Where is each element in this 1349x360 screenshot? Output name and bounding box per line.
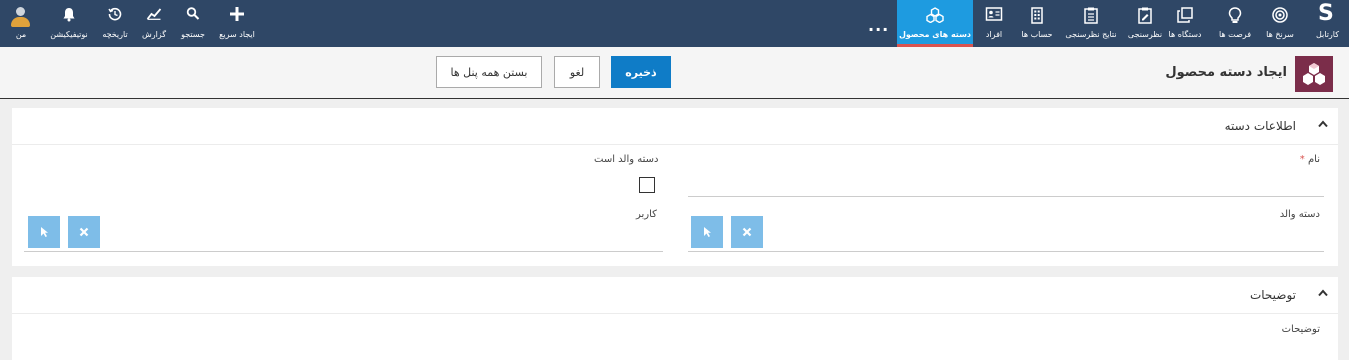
- nav-item-label: سرنخ ها: [1266, 30, 1294, 39]
- search-icon: [186, 7, 200, 20]
- required-marker: *: [1299, 154, 1305, 165]
- name-field[interactable]: [688, 196, 1324, 197]
- chart-icon: [146, 8, 162, 20]
- nav-item-accounts[interactable]: حساب ها: [1016, 0, 1058, 47]
- nav-item-cartable[interactable]: S کارتابل: [1306, 0, 1349, 47]
- history-icon: [108, 7, 122, 21]
- tool-label: تاریخچه: [102, 30, 128, 39]
- nav-item-label: افراد: [985, 30, 1003, 39]
- save-button[interactable]: ذخیره: [611, 56, 671, 88]
- tool-label: من: [15, 30, 27, 39]
- tool-label: جستجو: [181, 30, 205, 39]
- nav-item-label: دسته های محصول: [898, 30, 972, 39]
- select-user-button[interactable]: [28, 216, 60, 248]
- nav-item-label: نظرسنجی: [1127, 30, 1163, 39]
- nav-item-devices[interactable]: دستگاه ها: [1160, 0, 1210, 47]
- description-label: توضیحات: [1281, 324, 1320, 335]
- select-parent-button[interactable]: [691, 216, 723, 248]
- panel-header[interactable]: توضیحات: [12, 277, 1338, 314]
- is-parent-label: دسته والد است: [594, 154, 659, 165]
- clear-user-button[interactable]: [68, 216, 100, 248]
- contact-card-icon: [985, 7, 1003, 21]
- top-navigation-bar: S کارتابل سرنخ ها فرصت ها دستگاه ها نظرس…: [0, 0, 1349, 47]
- nav-item-opportunities[interactable]: فرصت ها: [1214, 0, 1256, 47]
- tool-quick-create[interactable]: ایجاد سریع: [216, 0, 258, 47]
- nav-item-label: حساب ها: [1021, 30, 1053, 39]
- edit-document-icon: [1138, 7, 1152, 24]
- clipboard-icon: [1084, 7, 1098, 24]
- chevron-up-icon[interactable]: [1318, 120, 1328, 128]
- lightbulb-icon: [1228, 7, 1242, 23]
- panel-title: توضیحات: [1249, 288, 1296, 302]
- nav-item-survey[interactable]: نظرسنجی: [1124, 0, 1166, 47]
- page-title: ایجاد دسته محصول: [1165, 65, 1287, 80]
- close-all-panels-button[interactable]: بستن همه پنل ها: [436, 56, 542, 88]
- name-field-label: نام *: [1299, 154, 1320, 165]
- tool-notifications[interactable]: نوتیفیکیشن: [46, 0, 92, 47]
- nav-item-survey-results[interactable]: نتایج نظرسنجی: [1062, 0, 1120, 47]
- close-icon: [79, 227, 89, 237]
- copy-icon: [1177, 7, 1193, 23]
- cubes-icon: [1303, 63, 1325, 85]
- cursor-icon: [41, 227, 48, 237]
- parent-category-label: دسته والد: [1279, 209, 1320, 220]
- tool-label: نوتیفیکیشن: [50, 30, 88, 39]
- nav-item-label: نتایج نظرسنجی: [1065, 30, 1117, 39]
- description-textarea[interactable]: [24, 343, 1326, 360]
- user-field[interactable]: [24, 251, 663, 252]
- target-icon: [1272, 7, 1288, 23]
- cubes-icon: [926, 7, 944, 23]
- chevron-up-icon[interactable]: [1318, 289, 1328, 297]
- plus-icon: [230, 7, 244, 21]
- parent-category-field[interactable]: [688, 251, 1324, 252]
- panel-header[interactable]: اطلاعات دسته: [12, 108, 1338, 145]
- close-icon: [742, 227, 752, 237]
- cursor-icon: [704, 227, 711, 237]
- is-parent-checkbox[interactable]: [639, 177, 655, 193]
- more-menu-button[interactable]: ...: [868, 16, 889, 35]
- building-icon: [1031, 7, 1043, 24]
- tool-label: ایجاد سریع: [219, 30, 255, 39]
- tool-history[interactable]: تاریخچه: [98, 0, 132, 47]
- nav-item-product-categories[interactable]: دسته های محصول: [897, 0, 973, 47]
- nav-item-label: فرصت ها: [1218, 30, 1252, 39]
- tool-label: گزارش: [141, 30, 167, 39]
- clear-parent-button[interactable]: [731, 216, 763, 248]
- tool-me[interactable]: من: [0, 0, 42, 47]
- form-header: ایجاد دسته محصول ذخیره لغو بستن همه پنل …: [0, 47, 1349, 99]
- nav-item-label: کارتابل: [1315, 30, 1340, 39]
- nav-item-label: دستگاه ها: [1168, 30, 1202, 39]
- nav-item-funnel[interactable]: سرنخ ها: [1260, 0, 1300, 47]
- tool-report[interactable]: گزارش: [138, 0, 170, 47]
- brand-s-icon: S: [1318, 1, 1334, 26]
- user-label: کاربر: [636, 209, 657, 220]
- nav-item-people[interactable]: افراد: [978, 0, 1010, 47]
- description-panel: توضیحات توضیحات: [12, 277, 1338, 360]
- bell-icon: [63, 8, 75, 22]
- category-info-panel: اطلاعات دسته نام * دسته والد است دسته وا…: [12, 108, 1338, 266]
- product-category-entity-icon: [1295, 56, 1333, 92]
- panel-title: اطلاعات دسته: [1224, 119, 1296, 133]
- cancel-button[interactable]: لغو: [554, 56, 600, 88]
- tool-search[interactable]: جستجو: [176, 0, 210, 47]
